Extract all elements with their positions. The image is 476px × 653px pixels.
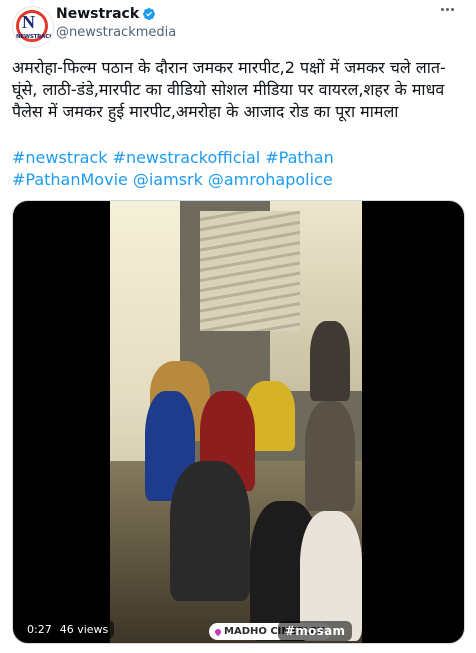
logo-letter: N [22,12,35,32]
video-scene-stairs [200,211,300,331]
tweet-text: अमरोहा-फिल्म पठान के दौरान जमकर मारपीट,2… [12,58,450,121]
tweet-card: N NEWSTRACK Newstrack @newstrackmedia अम… [0,0,476,653]
video-frame[interactable]: MADHO CINEPLEX #mosam [110,201,362,643]
video-views: 46 views [59,623,109,636]
video-scene-person [170,461,250,601]
hashtag-pathan[interactable]: #Pathan [265,148,334,167]
hashtag-pathanmovie[interactable]: #PathanMovie [12,170,128,189]
video-scene-person [310,321,350,401]
video-player[interactable]: MADHO CINEPLEX #mosam 0:27 46 views [12,200,465,644]
avatar[interactable]: N NEWSTRACK [12,6,54,48]
mention-amrohapolice[interactable]: @amrohapolice [208,170,333,189]
hashtag-newstrack[interactable]: #newstrack [12,148,108,167]
video-duration: 0:27 [27,623,52,636]
display-name-row: Newstrack [56,6,176,22]
mention-iamsrk[interactable]: @iamsrk [133,170,203,189]
verified-badge-icon [143,8,156,20]
more-horizontal-icon[interactable] [441,8,454,11]
video-stats: 0:27 46 views [21,621,115,638]
display-name[interactable]: Newstrack [56,6,139,22]
logo-brand: NEWSTRACK [16,34,54,40]
hashtag-newstrackofficial[interactable]: #newstrackofficial [113,148,261,167]
watermark-tag: #mosam [278,621,353,641]
video-scene-person [305,401,355,511]
user-handle[interactable]: @newstrackmedia [56,25,176,40]
author-block: Newstrack @newstrackmedia [56,6,176,40]
hashtag-list: #newstrack #newstrackofficial #Pathan #Path… [12,147,464,191]
location-pin-icon [213,627,223,636]
